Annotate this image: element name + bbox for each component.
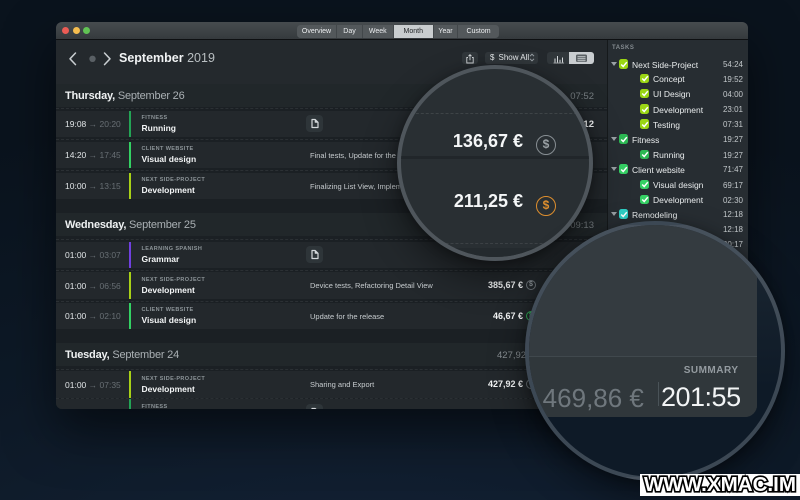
svg-text:WWW.XMAC.IM: WWW.XMAC.IM — [644, 474, 796, 496]
